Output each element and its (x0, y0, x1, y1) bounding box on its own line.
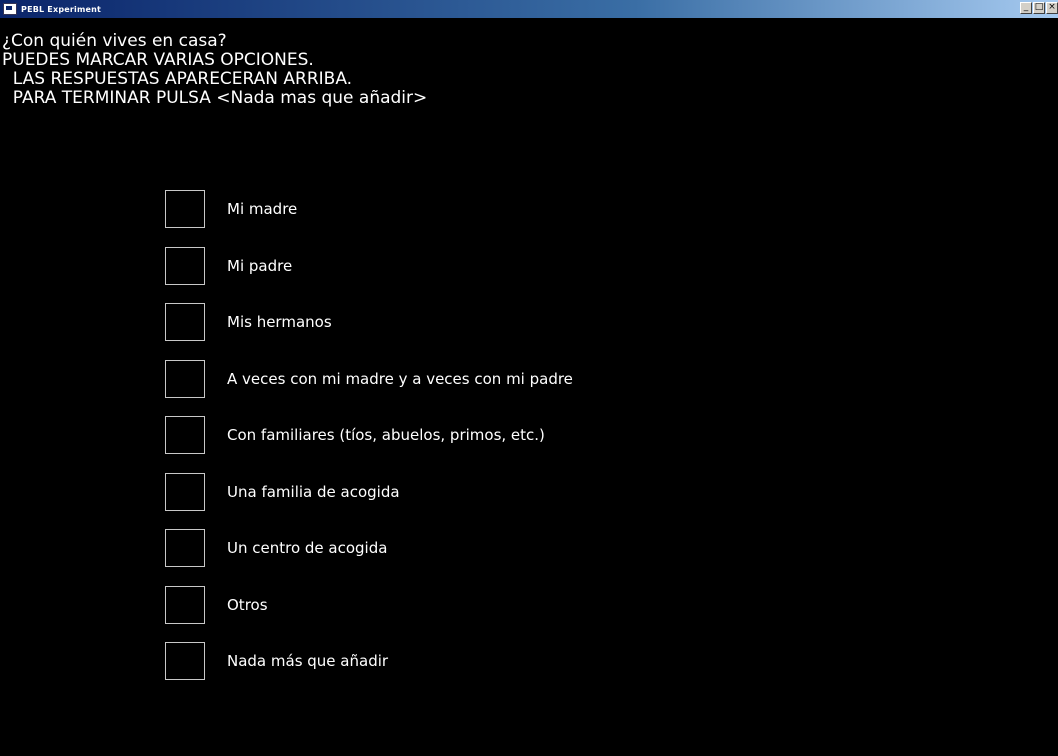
question-title: ¿Con quién vives en casa? (2, 31, 227, 51)
pebl-window: PEBL Experiment _ □ × ¿Con quién vives e… (0, 0, 1058, 756)
option-con-familiares[interactable]: Con familiares (tíos, abuelos, primos, e… (165, 415, 573, 455)
option-otros[interactable]: Otros (165, 585, 573, 625)
checkbox[interactable] (165, 472, 205, 511)
option-mi-madre[interactable]: Mi madre (165, 189, 573, 229)
checkbox[interactable] (165, 246, 205, 285)
option-label: Mi padre (227, 256, 293, 275)
option-centro-acogida[interactable]: Un centro de acogida (165, 528, 573, 568)
option-label: Nada más que añadir (227, 652, 389, 670)
option-label: Con familiares (tíos, abuelos, primos, e… (227, 426, 545, 444)
instruction-line: PUEDES MARCAR VARIAS OPCIONES. (2, 50, 314, 70)
app-icon (3, 3, 17, 15)
option-nada-mas[interactable]: Nada más que añadir (165, 641, 573, 681)
instruction-line: PARA TERMINAR PULSA <Nada mas que añadir… (2, 88, 428, 108)
checkbox[interactable] (165, 529, 205, 567)
option-label: Otros (227, 595, 268, 614)
window-title: PEBL Experiment (21, 4, 102, 14)
option-label: Una familia de acogida (227, 482, 400, 501)
title-bar[interactable]: PEBL Experiment _ □ × (0, 0, 1058, 18)
checkbox[interactable] (165, 190, 205, 228)
experiment-canvas: ¿Con quién vives en casa? PUEDES MARCAR … (0, 18, 1058, 756)
option-label: Mi madre (227, 200, 298, 218)
options-list: Mi madre Mi padre Mis hermanos A veces c… (165, 189, 573, 698)
window-controls: _ □ × (1019, 2, 1058, 14)
checkbox[interactable] (165, 416, 205, 454)
minimize-icon[interactable]: _ (1020, 2, 1032, 14)
option-label: A veces con mi madre y a veces con mi pa… (227, 369, 573, 388)
option-familia-acogida[interactable]: Una familia de acogida (165, 472, 573, 512)
option-label: Mis hermanos (227, 313, 332, 331)
question-text: ¿Con quién vives en casa? PUEDES MARCAR … (2, 32, 427, 108)
close-icon[interactable]: × (1046, 2, 1058, 14)
checkbox[interactable] (165, 359, 205, 398)
option-mi-padre[interactable]: Mi padre (165, 246, 573, 286)
option-label: Un centro de acogida (227, 539, 388, 557)
checkbox[interactable] (165, 642, 205, 680)
option-mis-hermanos[interactable]: Mis hermanos (165, 302, 573, 342)
option-a-veces[interactable]: A veces con mi madre y a veces con mi pa… (165, 359, 573, 399)
checkbox[interactable] (165, 303, 205, 341)
checkbox[interactable] (165, 585, 205, 624)
instruction-line: LAS RESPUESTAS APARECERAN ARRIBA. (2, 69, 353, 89)
maximize-icon[interactable]: □ (1033, 2, 1045, 14)
